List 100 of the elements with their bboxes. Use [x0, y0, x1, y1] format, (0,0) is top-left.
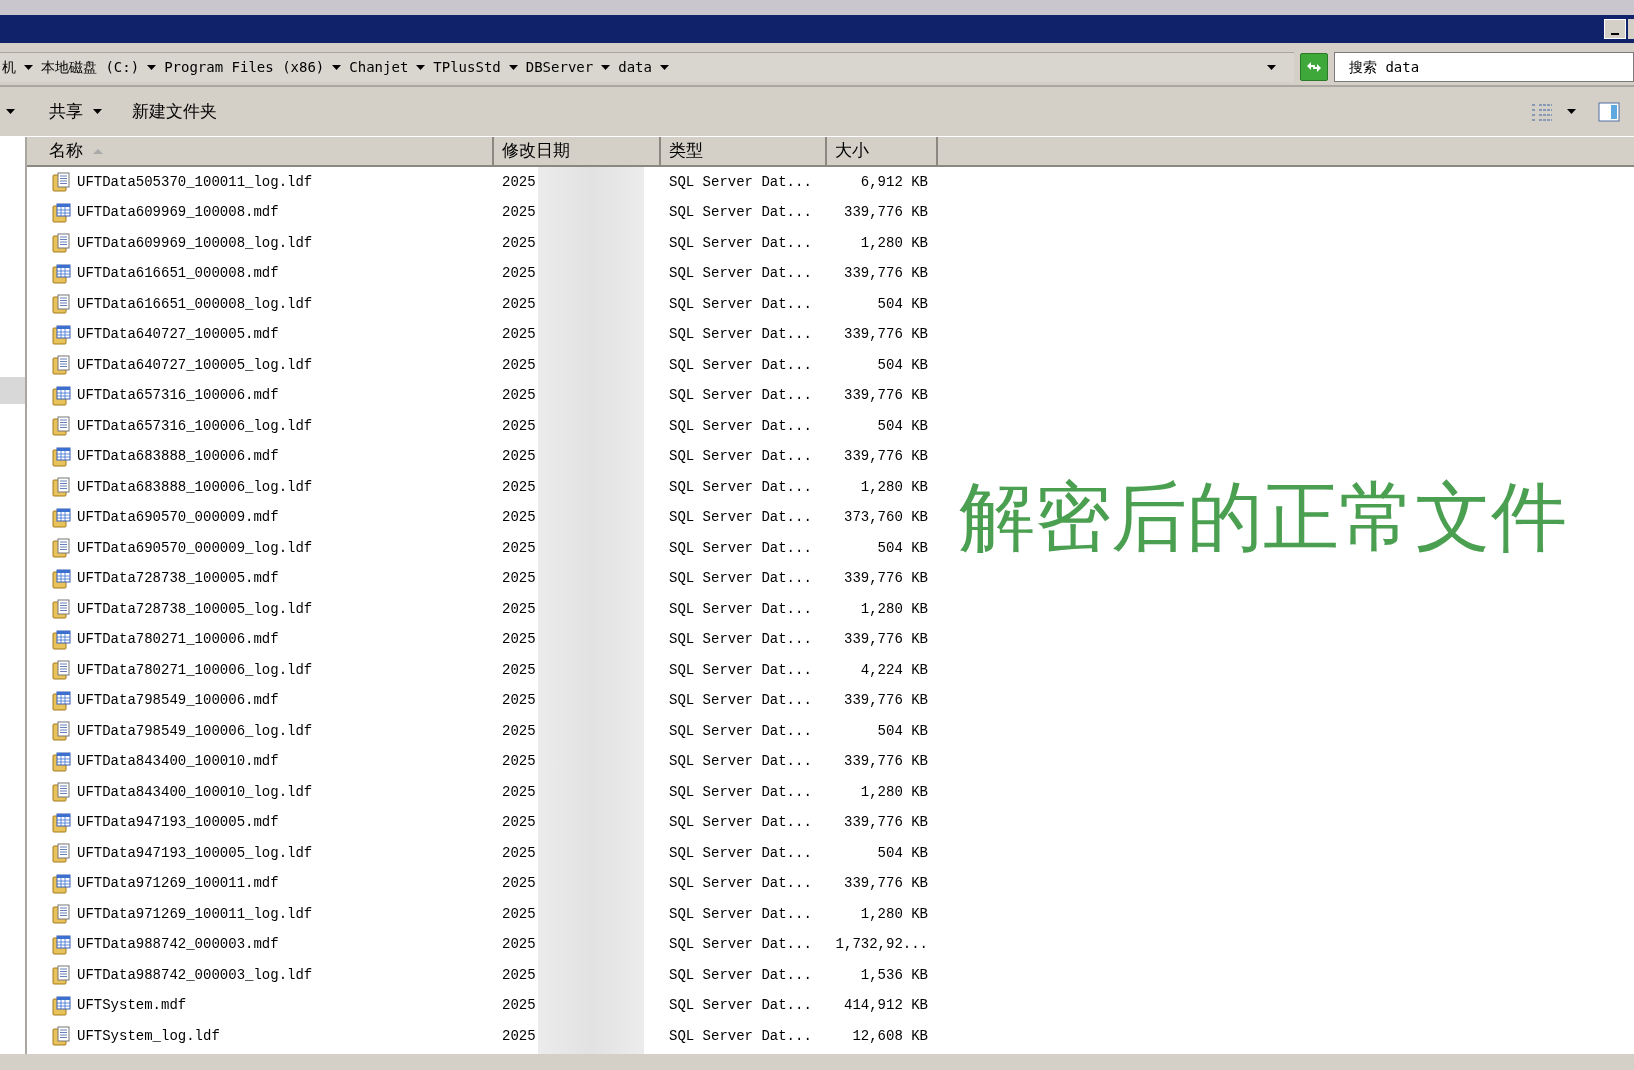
address-bar[interactable]: 机 本地磁盘 (C:) Program Files (x86) Chanjet TPlusStd DBServer data — [0, 52, 1294, 82]
breadcrumb-item[interactable]: data — [618, 57, 652, 78]
column-header[interactable]: 大小 — [827, 137, 938, 165]
table-cell: SQL Server Dat... — [669, 753, 812, 770]
table-cell: 2025 — [502, 1027, 536, 1044]
file-name[interactable]: UFTData683888_100006_log.ldf — [77, 476, 313, 498]
table-cell: SQL Server Dat... — [669, 509, 812, 526]
file-name[interactable]: UFTData843400_100010_log.ldf — [77, 781, 313, 803]
minimize-button[interactable] — [1604, 19, 1626, 39]
view-options-icon[interactable] — [1531, 102, 1553, 121]
file-name[interactable]: UFTData690570_000009.mdf — [77, 507, 279, 529]
table-cell: 2025 — [502, 844, 536, 861]
table-cell: SQL Server Dat... — [669, 783, 812, 800]
table-cell: 2025 — [502, 478, 536, 495]
column-header[interactable]: 修改日期 — [494, 137, 661, 165]
table-cell: SQL Server Dat... — [669, 936, 812, 953]
breadcrumb-caret-icon — [416, 65, 426, 70]
file-name[interactable]: UFTData609969_100008_log.ldf — [77, 232, 313, 254]
refresh-icon — [1305, 60, 1323, 74]
breadcrumb-item[interactable]: DBServer — [525, 57, 594, 78]
database-file-icon — [51, 507, 71, 528]
caret-icon — [93, 109, 102, 114]
database-file-icon — [51, 629, 71, 650]
table-cell: 2025 — [502, 966, 536, 983]
file-name[interactable]: UFTData616651_000008_log.ldf — [77, 293, 313, 315]
table-cell: 2025 — [502, 814, 536, 831]
file-name[interactable]: UFTData988742_000003_log.ldf — [77, 964, 313, 986]
database-file-icon — [51, 995, 71, 1016]
database-file-icon — [51, 568, 71, 589]
table-cell: 2025 — [502, 722, 536, 739]
file-name[interactable]: UFTData988742_000003.mdf — [77, 934, 279, 956]
table-cell: 2025 — [502, 265, 536, 282]
table-cell: SQL Server Dat... — [669, 600, 812, 617]
table-cell: 2025 — [502, 905, 536, 922]
file-name[interactable]: UFTData728738_100005_log.ldf — [77, 598, 313, 620]
file-name[interactable]: UFTData657316_100006.mdf — [77, 385, 279, 407]
table-cell: 2025 — [502, 661, 536, 678]
column-header[interactable]: 名称 — [27, 137, 494, 165]
file-name[interactable]: UFTData657316_100006_log.ldf — [77, 415, 313, 437]
file-name[interactable]: UFTData640727_100005.mdf — [77, 324, 279, 346]
table-cell: SQL Server Dat... — [669, 204, 812, 221]
file-name[interactable]: UFTData798549_100006.mdf — [77, 690, 279, 712]
search-field[interactable]: 搜索 data — [1334, 52, 1634, 82]
breadcrumb-item[interactable]: Program Files (x86) — [164, 57, 325, 78]
toolbar-button[interactable]: 共享 — [49, 98, 102, 125]
table-cell: 2025 — [502, 783, 536, 800]
file-name[interactable]: UFTData780271_100006.mdf — [77, 629, 279, 651]
table-cell-text: 4,224 KB — [860, 660, 928, 680]
file-name[interactable]: UFTData690570_000009_log.ldf — [77, 537, 313, 559]
view-caret-icon — [1567, 109, 1576, 114]
table-cell: SQL Server Dat... — [669, 417, 812, 434]
log-file-icon — [51, 660, 71, 681]
table-cell-text: 339,776 KB — [844, 874, 928, 894]
breadcrumb-item[interactable]: 本地磁盘 (C:) — [41, 57, 140, 78]
file-name[interactable]: UFTSystem_log.ldf — [77, 1025, 220, 1047]
table-cell: SQL Server Dat... — [669, 387, 812, 404]
table-cell-text: 339,776 KB — [844, 447, 928, 467]
file-name[interactable]: UFTData843400_100010.mdf — [77, 751, 279, 773]
refresh-button[interactable] — [1300, 53, 1328, 81]
breadcrumb-caret-icon — [147, 65, 157, 70]
preview-pane-icon[interactable] — [1598, 101, 1620, 122]
table-cell: SQL Server Dat... — [669, 844, 812, 861]
file-name[interactable]: UFTData947193_100005.mdf — [77, 812, 279, 834]
file-name[interactable]: UFTData683888_100006.mdf — [77, 446, 279, 468]
table-cell: SQL Server Dat... — [669, 265, 812, 282]
table-cell: SQL Server Dat... — [669, 692, 812, 709]
breadcrumb-item[interactable]: 机 — [2, 57, 16, 78]
breadcrumb-caret-icon — [601, 65, 611, 70]
file-name[interactable]: UFTData505370_100011_log.ldf — [77, 171, 313, 193]
breadcrumb-item[interactable]: Chanjet — [349, 57, 409, 78]
file-name[interactable]: UFTData780271_100006_log.ldf — [77, 659, 313, 681]
file-name[interactable]: UFTData616651_000008.mdf — [77, 263, 279, 285]
log-file-icon — [51, 538, 71, 559]
file-name[interactable]: UFTData609969_100008.mdf — [77, 202, 279, 224]
caret-icon — [6, 109, 15, 114]
database-file-icon — [51, 690, 71, 711]
file-name[interactable]: UFTData798549_100006_log.ldf — [77, 720, 313, 742]
table-cell-text: 339,776 KB — [844, 203, 928, 223]
table-cell-text: 504 KB — [877, 355, 928, 375]
log-file-icon — [51, 416, 71, 437]
toolbar-button[interactable]: 新建文件夹 — [132, 98, 217, 125]
file-name[interactable]: UFTData971269_100011_log.ldf — [77, 903, 313, 925]
table-cell: SQL Server Dat... — [669, 631, 812, 648]
table-cell-text: 1,536 KB — [860, 965, 928, 985]
file-name[interactable]: UFTData947193_100005_log.ldf — [77, 842, 313, 864]
log-file-icon — [51, 904, 71, 925]
file-name[interactable]: UFTData728738_100005.mdf — [77, 568, 279, 590]
table-cell-text: 12,608 KB — [852, 1026, 928, 1046]
table-cell-text: 414,912 KB — [844, 996, 928, 1016]
table-cell: SQL Server Dat... — [669, 661, 812, 678]
table-cell-text: 339,776 KB — [844, 691, 928, 711]
column-header[interactable]: 类型 — [661, 137, 827, 165]
file-name[interactable]: UFTSystem.mdf — [77, 995, 187, 1017]
breadcrumb-item[interactable]: TPlusStd — [433, 57, 501, 78]
file-name[interactable]: UFTData971269_100011.mdf — [77, 873, 279, 895]
table-cell-text: 339,776 KB — [844, 569, 928, 589]
minimize-icon — [1611, 33, 1619, 35]
table-cell: SQL Server Dat... — [669, 570, 812, 587]
file-name[interactable]: UFTData640727_100005_log.ldf — [77, 354, 313, 376]
log-file-icon — [51, 233, 71, 254]
